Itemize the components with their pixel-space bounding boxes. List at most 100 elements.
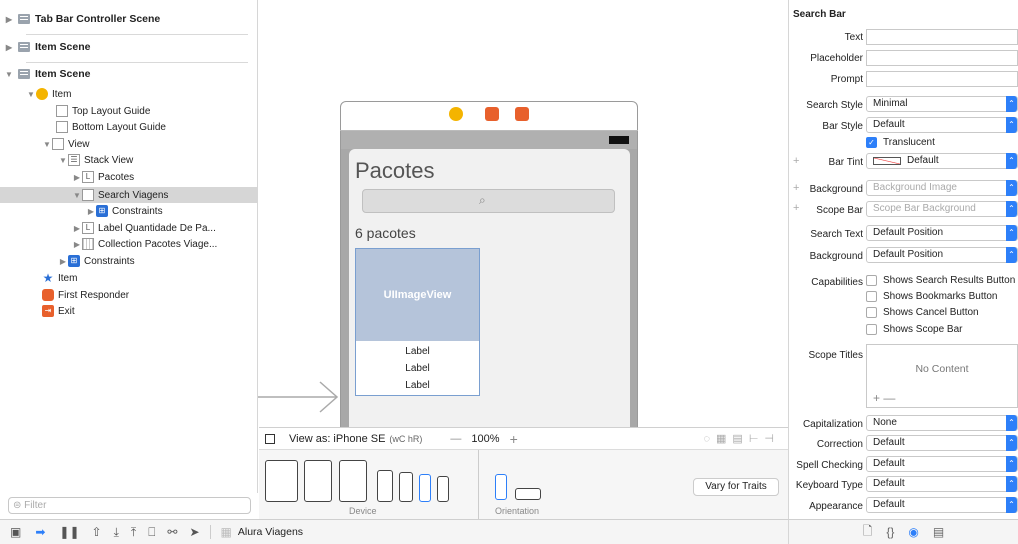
text-field[interactable]: [866, 29, 1018, 45]
disclosure-icon[interactable]: ▶: [4, 43, 14, 52]
disclosure-icon[interactable]: ▼: [58, 156, 68, 165]
add-remove-icon[interactable]: + —: [873, 391, 895, 405]
disclosure-icon[interactable]: ▶: [72, 173, 82, 182]
zoom-in-button[interactable]: +: [510, 431, 518, 447]
cell-label[interactable]: Label: [356, 363, 479, 374]
tree-item[interactable]: First Responder: [0, 287, 258, 303]
view-debugger-icon[interactable]: ⎕: [148, 525, 155, 540]
correction-select[interactable]: Default: [866, 435, 1018, 451]
background-position-select[interactable]: Default Position: [866, 247, 1018, 263]
code-snippet-icon[interactable]: {}: [886, 525, 894, 539]
step-over-icon[interactable]: ⇧: [92, 525, 102, 539]
background-image-field[interactable]: Background Image: [866, 180, 1018, 196]
view-controller-icon[interactable]: [449, 107, 463, 121]
search-text-select[interactable]: Default Position: [866, 225, 1018, 241]
disclosure-icon[interactable]: ▶: [58, 257, 68, 266]
placeholder-field[interactable]: [866, 50, 1018, 66]
checkmark-icon[interactable]: ✓: [866, 137, 877, 148]
tree-item[interactable]: Top Layout Guide: [0, 103, 258, 119]
tree-item[interactable]: ⇥ Exit: [0, 303, 258, 319]
tree-item[interactable]: ▶ L Pacotes: [0, 169, 258, 185]
shows-search-results-checkbox[interactable]: Shows Search Results Button: [866, 275, 1015, 286]
shows-cancel-checkbox[interactable]: Shows Cancel Button: [866, 307, 979, 318]
tree-item[interactable]: Bottom Layout Guide: [0, 119, 258, 135]
prompt-field[interactable]: [866, 71, 1018, 87]
checkbox-icon[interactable]: [866, 307, 877, 318]
checkbox-icon[interactable]: [866, 324, 877, 335]
tree-item[interactable]: ▶ L Label Quantidade De Pa...: [0, 220, 258, 236]
object-library-icon[interactable]: ◉: [908, 525, 918, 539]
media-library-icon[interactable]: ▤: [933, 525, 944, 539]
keyboard-type-select[interactable]: Default: [866, 476, 1018, 492]
disclosure-icon[interactable]: ▼: [42, 140, 52, 149]
tree-item[interactable]: ★ Item: [0, 270, 258, 286]
cell-label[interactable]: Label: [356, 380, 479, 391]
step-in-icon[interactable]: ⤓: [114, 525, 119, 540]
search-style-select[interactable]: Minimal: [866, 96, 1018, 112]
scope-bar-background-field[interactable]: Scope Bar Background: [866, 201, 1018, 217]
checkbox-icon[interactable]: [866, 291, 877, 302]
tree-item[interactable]: ▼ Item: [0, 86, 258, 102]
device-iphone-plus-icon[interactable]: [377, 470, 393, 502]
bar-style-select[interactable]: Default: [866, 117, 1018, 133]
pause-icon[interactable]: ❚❚: [59, 525, 79, 539]
tree-item[interactable]: ▶ ⊞ Constraints: [0, 253, 258, 269]
image-view[interactable]: UIImageView: [356, 249, 479, 341]
portrait-icon[interactable]: [495, 474, 507, 500]
device-ipad-icon[interactable]: [339, 460, 367, 502]
device-ipad-pro-12-icon[interactable]: [265, 460, 298, 502]
page-title[interactable]: Pacotes: [355, 158, 435, 184]
device-iphone-se-icon[interactable]: [419, 474, 431, 502]
add-variation-icon[interactable]: +: [793, 155, 799, 167]
landscape-icon[interactable]: [515, 488, 541, 500]
memory-graph-icon[interactable]: ⚯: [167, 525, 177, 539]
bar-tint-select[interactable]: Default: [866, 153, 1018, 169]
exit-icon[interactable]: [515, 107, 529, 121]
location-icon[interactable]: ➤: [189, 525, 199, 539]
tree-item[interactable]: ▶ ⊞ Constraints: [0, 203, 258, 219]
file-template-icon[interactable]: 🗋: [863, 522, 873, 543]
view-as-title[interactable]: View as: iPhone SE: [289, 433, 385, 445]
cell-label[interactable]: Label: [356, 346, 479, 357]
tree-item[interactable]: ▼ View: [0, 136, 258, 152]
device-iphone-4s-icon[interactable]: [437, 476, 449, 502]
add-variation-icon[interactable]: +: [793, 182, 799, 194]
disclosure-icon[interactable]: ▼: [26, 90, 36, 99]
device-ipad-pro-9-icon[interactable]: [304, 460, 332, 502]
add-variation-icon[interactable]: +: [793, 202, 799, 214]
layout-tools-icons[interactable]: ◌▦▤⊢⊣: [704, 432, 781, 445]
step-out-icon[interactable]: ⤒: [131, 525, 136, 540]
translucent-checkbox[interactable]: ✓ Translucent: [866, 137, 935, 148]
vary-for-traits-button[interactable]: Vary for Traits: [693, 478, 779, 496]
scene-row-tab-bar[interactable]: ▶ Tab Bar Controller Scene: [0, 5, 258, 33]
shows-scope-bar-checkbox[interactable]: Shows Scope Bar: [866, 324, 963, 335]
disclosure-icon[interactable]: ▶: [72, 240, 82, 249]
count-label[interactable]: 6 pacotes: [355, 225, 416, 241]
disclosure-icon[interactable]: ▶: [72, 224, 82, 233]
disclosure-icon[interactable]: ▶: [86, 207, 96, 216]
constraints-icon: ⊞: [68, 255, 80, 267]
tree-item-selected[interactable]: ▼ Search Viagens: [0, 187, 258, 203]
breakpoints-icon[interactable]: ➡: [35, 525, 45, 539]
scene-row-item-1[interactable]: ▶ Item Scene: [0, 33, 258, 61]
capitalization-select[interactable]: None: [866, 415, 1018, 431]
checkbox-icon[interactable]: [866, 275, 877, 286]
scene-row-item-2[interactable]: ▼ Item Scene: [0, 60, 258, 88]
disclosure-icon[interactable]: ▼: [4, 70, 14, 79]
disclosure-icon[interactable]: ▶: [4, 15, 14, 24]
spell-checking-select[interactable]: Default: [866, 456, 1018, 472]
device-iphone-icon[interactable]: [399, 472, 413, 502]
tree-item[interactable]: ▶ Collection Pacotes Viage...: [0, 236, 258, 252]
hide-debug-icon[interactable]: ▣: [10, 525, 21, 539]
first-responder-icon[interactable]: [485, 107, 499, 121]
filter-input[interactable]: ⊜ Filter: [8, 497, 251, 514]
scope-titles-list[interactable]: No Content + —: [866, 344, 1018, 408]
disclosure-icon[interactable]: ▼: [72, 191, 82, 200]
appearance-select[interactable]: Default: [866, 497, 1018, 513]
shows-bookmarks-checkbox[interactable]: Shows Bookmarks Button: [866, 291, 998, 302]
scheme-label[interactable]: Alura Viagens: [238, 526, 303, 538]
search-bar[interactable]: ⌕: [362, 189, 615, 213]
zoom-out-button[interactable]: —: [450, 433, 461, 445]
sidebar-toggle-icon[interactable]: [265, 433, 275, 444]
tree-item[interactable]: ▼ ☰ Stack View: [0, 152, 258, 168]
